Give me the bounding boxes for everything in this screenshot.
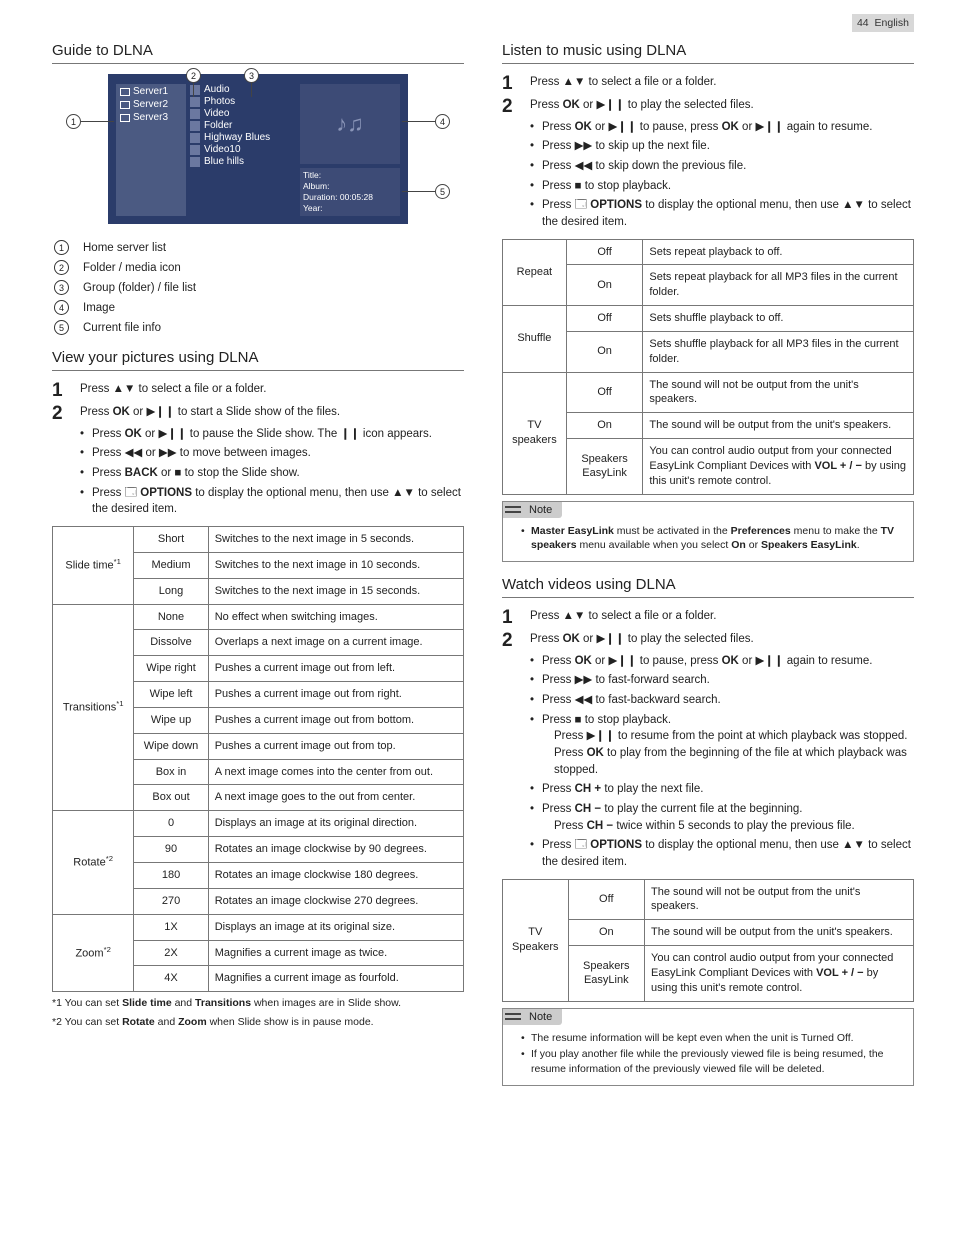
section-view-pictures: View your pictures using DLNA [52, 349, 464, 371]
note-box-video: Note The resume information will be kept… [502, 1008, 914, 1086]
view-pictures-steps: Press ▲▼ to select a file or a folder. P… [52, 381, 464, 518]
step-2: Press OK or ▶❙❙ to play the selected fil… [502, 97, 914, 230]
listen-music-steps: Press ▲▼ to select a file or a folder. P… [502, 74, 914, 231]
callout-2: 2 [186, 68, 201, 83]
callout-5: 5 [435, 184, 450, 199]
callout-3: 3 [244, 68, 259, 83]
right-column: Listen to music using DLNA Press ▲▼ to s… [502, 42, 914, 1096]
page-number-box: 44 English [852, 14, 914, 32]
callout-1: 1 [66, 114, 81, 129]
page-number: 44 [857, 17, 869, 29]
diagram-server-list: Server1 Server2 Server3 [116, 84, 186, 216]
pictures-options-table: Slide time*1 ShortSwitches to the next i… [52, 526, 464, 992]
callout-4: 4 [435, 114, 450, 129]
dlna-diagram: Server1 Server2 Server3 Audio Photos Vid… [108, 74, 408, 224]
video-options-table: TV Speakers OffThe sound will not be out… [502, 879, 914, 1002]
music-options-table: Repeat OffSets repeat playback to off. O… [502, 239, 914, 495]
step-1: Press ▲▼ to select a file or a folder. [502, 608, 914, 625]
diagram-legend: 1Home server list 2Folder / media icon 3… [54, 240, 464, 335]
diagram-media-list: Audio Photos Video Folder Highway Blues … [190, 84, 270, 216]
footnote-1: *1 You can set Slide time and Transition… [52, 996, 464, 1011]
watch-videos-steps: Press ▲▼ to select a file or a folder. P… [502, 608, 914, 871]
note-box-music: Note Master EasyLink must be activated i… [502, 501, 914, 562]
note-icon [505, 504, 523, 516]
note-icon [505, 1011, 523, 1023]
section-watch-videos: Watch videos using DLNA [502, 576, 914, 598]
step-1: Press ▲▼ to select a file or a folder. [52, 381, 464, 398]
page-lang: English [875, 17, 909, 29]
left-column: Guide to DLNA Server1 Server2 Server3 Au… [52, 42, 464, 1096]
step-2: Press OK or ▶❙❙ to start a Slide show of… [52, 404, 464, 518]
section-guide-dlna: Guide to DLNA [52, 42, 464, 64]
footnote-2: *2 You can set Rotate and Zoom when Slid… [52, 1015, 464, 1030]
diagram-thumbnail: ♪♫ [300, 84, 400, 164]
diagram-info: Title: Album: Duration: 00:05:28 Year: [300, 168, 400, 216]
page-header: 44 English [52, 14, 914, 32]
step-2: Press OK or ▶❙❙ to play the selected fil… [502, 631, 914, 870]
section-listen-music: Listen to music using DLNA [502, 42, 914, 64]
step-1: Press ▲▼ to select a file or a folder. [502, 74, 914, 91]
